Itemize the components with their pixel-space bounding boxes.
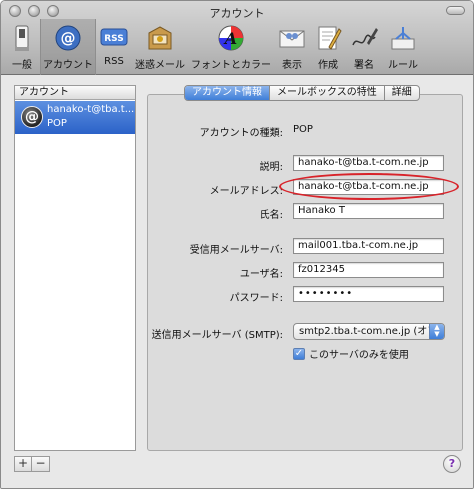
help-button[interactable]: ? xyxy=(443,455,461,473)
compose-icon xyxy=(318,26,342,50)
only-this-server-checkbox[interactable]: ✓ xyxy=(293,347,305,360)
toolbar-item-fonts-colors[interactable]: A フォントとカラー xyxy=(189,19,273,71)
at-icon: @ xyxy=(55,25,81,51)
smtp-label: 送信用メールサーバ (SMTP): xyxy=(151,330,283,341)
signature-icon xyxy=(352,28,378,46)
tab-advanced[interactable]: 詳細 xyxy=(385,86,419,100)
list-item[interactable]: @ hanako-t@tba.t... POP xyxy=(15,101,135,134)
password-label: パスワード: xyxy=(229,293,283,304)
fullname-label: 氏名: xyxy=(259,210,283,221)
tab-bar: アカウント情報 メールボックスの特性 詳細 xyxy=(184,85,420,101)
account-type-label: アカウントの種類: xyxy=(199,128,283,139)
rules-icon xyxy=(391,27,415,50)
titlebar: アカウント 一般 @ アカウント RSS RSS 迷惑メール A フォントとカラ… xyxy=(1,1,473,75)
add-account-button[interactable]: + xyxy=(14,456,32,472)
content-area: アカウント @ hanako-t@tba.t... POP + − ? アカウン… xyxy=(1,76,473,488)
smtp-server-value: smtp2.tba.t-com.ne.jp (オフ xyxy=(299,326,438,337)
toolbar-item-rules[interactable]: ルール xyxy=(383,19,423,71)
email-field[interactable]: hanako-t@tba.t-com.ne.jp xyxy=(293,179,444,195)
only-this-server-label: このサーバのみを使用 xyxy=(309,350,409,361)
account-type: POP xyxy=(47,118,67,129)
rss-icon: RSS xyxy=(100,28,128,46)
smtp-server-select[interactable]: smtp2.tba.t-com.ne.jp (オフ ▲ ▼ xyxy=(293,323,445,340)
email-label: メールアドレス: xyxy=(209,186,283,197)
account-name: hanako-t@tba.t... xyxy=(47,104,135,115)
up-down-arrows-icon: ▲ ▼ xyxy=(429,324,444,339)
toolbar-item-general[interactable]: 一般 xyxy=(5,19,39,71)
tab-account-info[interactable]: アカウント情報 xyxy=(185,86,270,100)
junk-mail-icon xyxy=(148,26,172,50)
checkmark-icon: ✓ xyxy=(294,347,304,359)
add-remove-buttons: + − xyxy=(14,456,50,472)
description-field[interactable]: hanako-t@tba.t-com.ne.jp xyxy=(293,155,444,171)
username-field[interactable]: fz012345 xyxy=(293,262,444,278)
view-icon xyxy=(279,30,305,48)
toolbar-item-rss[interactable]: RSS RSS xyxy=(97,19,131,71)
fullname-field[interactable]: Hanako T xyxy=(293,203,444,219)
remove-account-button[interactable]: − xyxy=(32,456,50,472)
incoming-server-field[interactable]: mail001.tba.t-com.ne.jp xyxy=(293,238,444,254)
account-at-icon: @ xyxy=(21,106,43,128)
toolbar-item-composing[interactable]: 作成 xyxy=(311,19,345,71)
svg-text:RSS: RSS xyxy=(104,34,124,44)
svg-text:@: @ xyxy=(61,29,76,47)
description-label: 説明: xyxy=(259,162,283,173)
toolbar: 一般 @ アカウント RSS RSS 迷惑メール A フォントとカラー 表示 作… xyxy=(1,19,473,75)
font-color-icon: A xyxy=(218,25,244,51)
account-list-header: アカウント xyxy=(15,86,135,100)
svg-text:A: A xyxy=(223,29,237,48)
toolbar-item-accounts[interactable]: @ アカウント xyxy=(40,19,96,75)
preferences-window: アカウント 一般 @ アカウント RSS RSS 迷惑メール A フォントとカラ… xyxy=(0,0,474,489)
toolbar-item-junk-mail[interactable]: 迷惑メール xyxy=(133,19,187,71)
username-label: ユーザ名: xyxy=(239,269,283,280)
tab-mailbox-behaviors[interactable]: メールボックスの特性 xyxy=(270,86,385,100)
password-field[interactable]: •••••••• xyxy=(293,286,444,302)
toolbar-item-signatures[interactable]: 署名 xyxy=(347,19,381,71)
switch-icon xyxy=(15,25,29,51)
incoming-server-label: 受信用メールサーバ: xyxy=(189,245,283,256)
toolbar-item-viewing[interactable]: 表示 xyxy=(275,19,309,71)
account-list[interactable]: アカウント @ hanako-t@tba.t... POP xyxy=(14,85,136,451)
only-this-server-row: ✓ このサーバのみを使用 xyxy=(293,346,409,361)
account-type-value: POP xyxy=(293,124,313,135)
toolbar-toggle-button[interactable] xyxy=(446,6,465,15)
